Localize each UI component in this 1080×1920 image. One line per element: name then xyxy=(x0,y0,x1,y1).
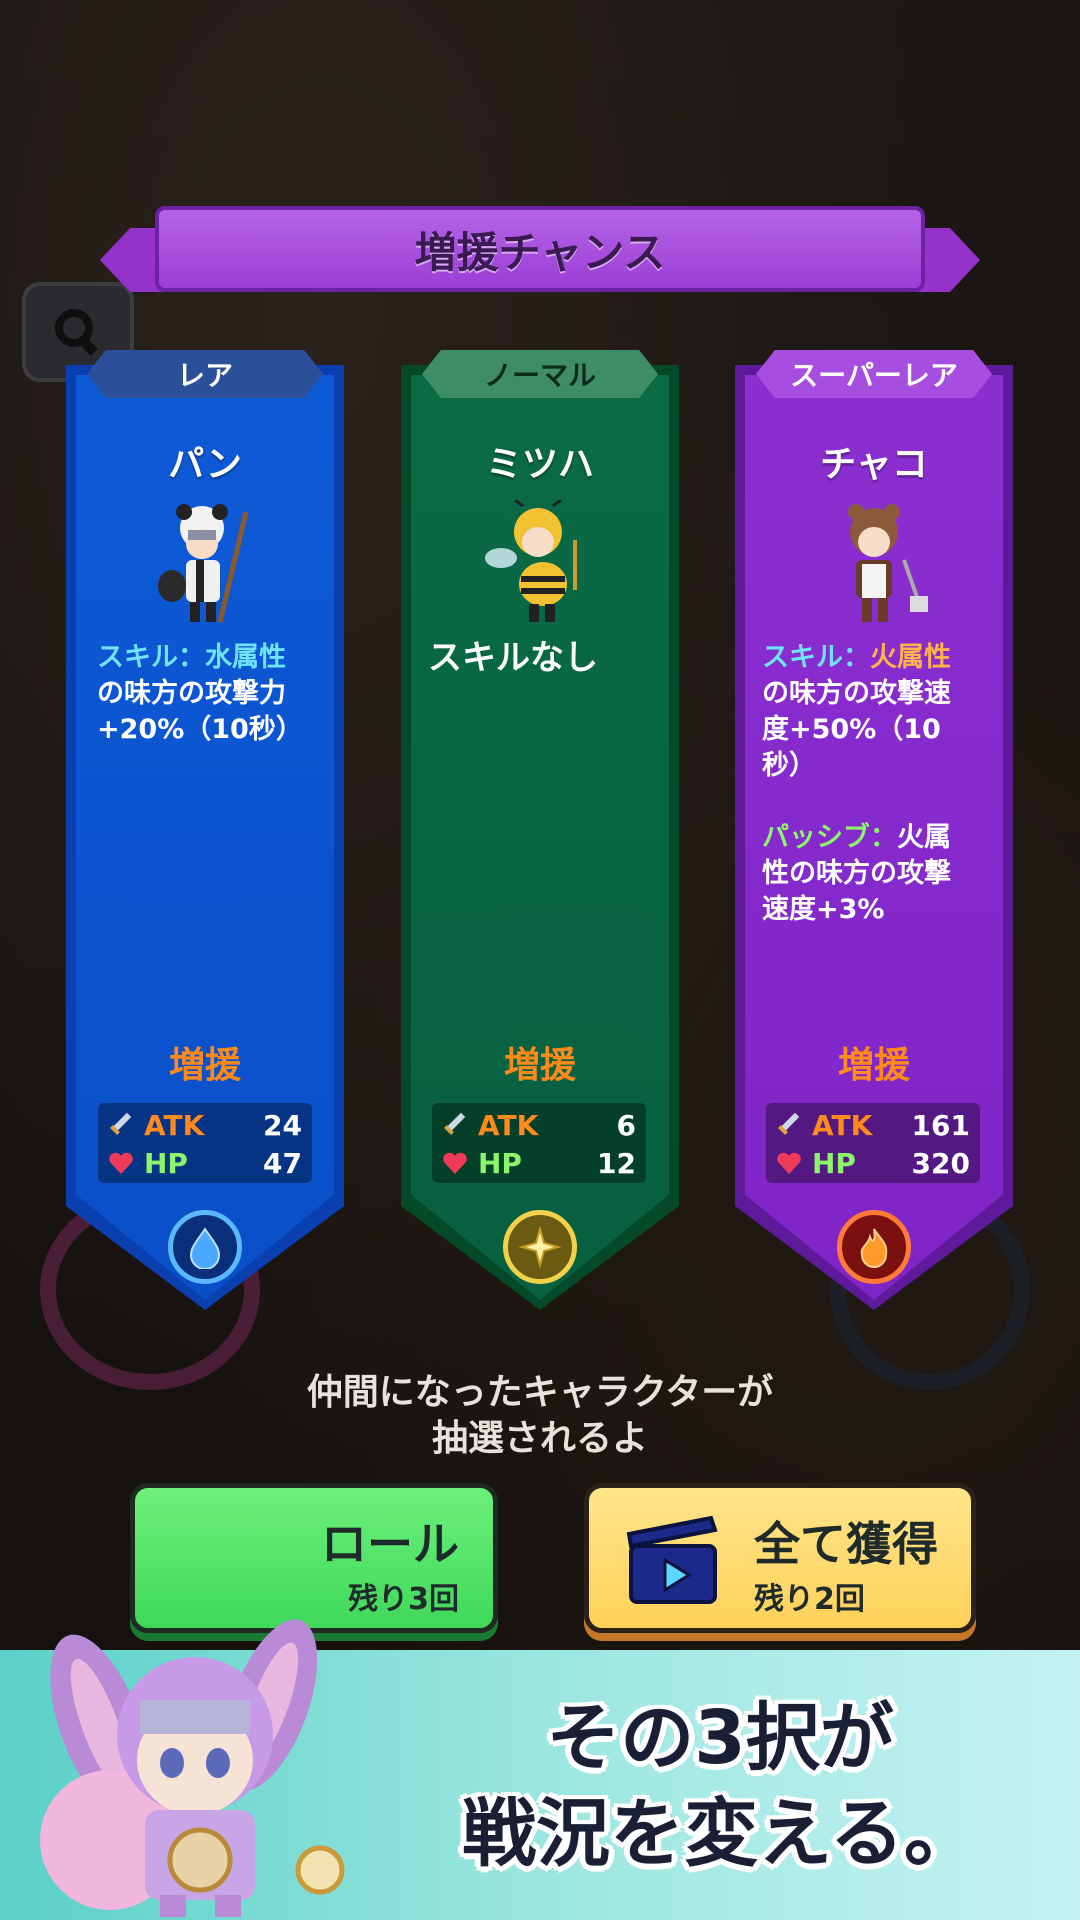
atk-label: ATK xyxy=(812,1108,873,1142)
skill-description: スキル：火属性 の味方の攻撃速 度+50%（10 秒） パッシブ：火属 性の味方の攻撃速… xyxy=(762,640,1002,928)
sword-icon xyxy=(444,1112,466,1135)
rarity-tab-rare: レア xyxy=(87,350,323,398)
stats-panel: ATK 24 HP 47 xyxy=(98,1103,312,1183)
skill-line: の味方の攻撃速 xyxy=(762,676,1002,712)
water-drop-icon xyxy=(189,1227,221,1269)
atk-value: 6 xyxy=(616,1108,636,1142)
skill-line xyxy=(762,784,1002,820)
skill-text: +20%（10秒） xyxy=(97,714,303,745)
stats-panel: ATK 161 HP 320 xyxy=(766,1103,980,1183)
character-name: ミツハ xyxy=(485,444,594,485)
heart-icon xyxy=(443,1152,467,1174)
sword-icon xyxy=(778,1112,800,1135)
skill-text: の味方の攻撃速 xyxy=(762,678,951,709)
sword-icon xyxy=(110,1112,132,1135)
rarity-tab-super-rare: スーパーレア xyxy=(756,350,992,398)
hp-label: HP xyxy=(478,1146,522,1180)
water-element-badge xyxy=(168,1210,242,1284)
character-name: パン xyxy=(168,444,242,485)
selection-description: 仲間になったキャラクターが 抽選されるよ xyxy=(0,1370,1080,1462)
reinforce-label: 増援 xyxy=(168,1045,241,1086)
panda-character-sprite xyxy=(158,504,249,623)
banner-body: 増援チャンス xyxy=(155,206,925,292)
promo-tagline: その3択が 戦況を変える。 xyxy=(410,1690,1030,1882)
skill-text: パッシブ： xyxy=(762,822,897,853)
skill-text: スキル： xyxy=(762,642,870,673)
skill-description: スキル：水属性 の味方の攻撃力 +20%（10秒） xyxy=(97,640,337,748)
hp-value: 12 xyxy=(597,1146,636,1180)
hp-row: HP 47 xyxy=(106,1145,302,1181)
skill-text: 性の味方の攻撃 xyxy=(762,858,951,889)
hp-label: HP xyxy=(144,1146,188,1180)
atk-value: 161 xyxy=(911,1108,970,1142)
bear-maid-character-sprite xyxy=(848,504,928,622)
skill-line: +20%（10秒） xyxy=(97,712,337,748)
hp-row: HP 320 xyxy=(774,1145,970,1181)
get-all-label: 全て獲得 xyxy=(754,1517,938,1571)
stats-panel: ATK 6 HP 12 xyxy=(432,1103,646,1183)
reinforce-label: 増援 xyxy=(837,1045,910,1086)
skill-line: スキル：火属性 xyxy=(762,640,1002,676)
atk-label: ATK xyxy=(478,1108,539,1142)
skill-text: スキルなし xyxy=(428,638,598,678)
atk-row: ATK 161 xyxy=(774,1107,970,1143)
skill-text: スキル：水属性 xyxy=(97,642,286,673)
skill-text: 度+50%（10 xyxy=(762,714,941,745)
skill-line: パッシブ：火属 xyxy=(762,820,1002,856)
sparkle-icon xyxy=(518,1225,562,1269)
fire-icon xyxy=(860,1228,888,1268)
atk-row: ATK 6 xyxy=(440,1107,636,1143)
page-title: 増援チャンス xyxy=(414,227,666,277)
hp-label: HP xyxy=(812,1146,856,1180)
atk-row: ATK 24 xyxy=(106,1107,302,1143)
hp-row: HP 12 xyxy=(440,1145,636,1181)
heart-icon xyxy=(777,1152,801,1174)
rarity-tab-normal: ノーマル xyxy=(422,350,658,398)
title-banner: 増援チャンス xyxy=(100,200,980,302)
skill-line: スキル：水属性 xyxy=(97,640,337,676)
skill-text: 火属 xyxy=(897,822,951,853)
skill-line: 性の味方の攻撃 xyxy=(762,856,1002,892)
hp-value: 320 xyxy=(911,1146,970,1180)
get-all-button[interactable]: 全て獲得 残り2回 xyxy=(584,1483,976,1633)
fire-element-badge xyxy=(837,1210,911,1284)
skill-text: の味方の攻撃力 xyxy=(97,678,286,709)
atk-value: 24 xyxy=(263,1108,302,1142)
skill-text: 速度+3% xyxy=(762,894,885,925)
description-line-1: 仲間になったキャラクターが xyxy=(306,1372,774,1413)
skill-line: の味方の攻撃力 xyxy=(97,676,337,712)
skill-text: 秒） xyxy=(762,750,816,781)
skill-line: 度+50%（10 xyxy=(762,712,1002,748)
heart-icon xyxy=(109,1152,133,1174)
atk-label: ATK xyxy=(144,1108,205,1142)
character-name: チャコ xyxy=(820,444,928,485)
reinforce-label: 増援 xyxy=(503,1045,576,1086)
tagline-line-2: 戦況を変える。 xyxy=(462,1791,978,1877)
get-all-remaining: 残り2回 xyxy=(754,1582,865,1617)
description-line-2: 抽選されるよ xyxy=(431,1418,648,1459)
rabbit-mascot-illustration xyxy=(40,1619,345,1917)
skill-line: 速度+3% xyxy=(762,892,1002,928)
tagline-line-1: その3択が xyxy=(546,1695,894,1781)
search-icon xyxy=(55,309,98,356)
bee-character-sprite xyxy=(485,500,577,622)
hp-value: 47 xyxy=(263,1146,302,1180)
skill-line: スキルなし xyxy=(428,640,668,676)
skill-text: 火属性 xyxy=(870,642,951,673)
skill-description: スキルなし xyxy=(428,640,668,676)
light-element-badge xyxy=(503,1210,577,1284)
skill-line: 秒） xyxy=(762,748,1002,784)
